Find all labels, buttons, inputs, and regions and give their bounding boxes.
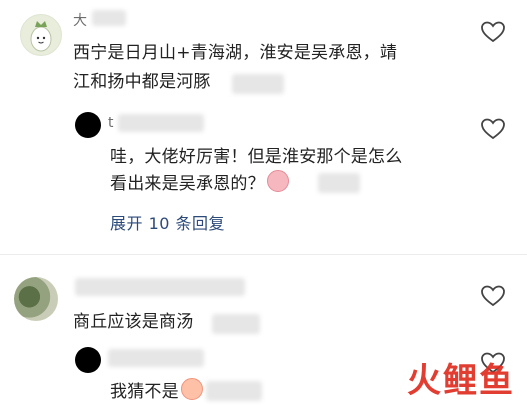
comment-text-line2: 江和扬中都是河豚 [73, 72, 211, 92]
radish-avatar-icon [30, 21, 52, 52]
reply-text-line1: 哇，大佬好厉害！但是淮安那个是怎么 [110, 147, 403, 167]
reply-text-content: 我猜不是 [110, 382, 179, 402]
peach-emoji-icon [180, 378, 203, 400]
like-heart-icon[interactable] [480, 117, 506, 141]
comment-divider [0, 254, 527, 255]
blurred-text [232, 74, 284, 94]
like-heart-icon[interactable] [480, 20, 506, 44]
watermark-logo: 火鲤鱼 [407, 353, 515, 402]
reply-text: 我猜不是 [110, 378, 205, 405]
blurred-username [92, 10, 126, 26]
comment-text-line1: 西宁是日月山+青海湖，淮安是吴承恩，靖 [73, 43, 398, 63]
reply-username[interactable]: t [108, 115, 114, 131]
blurred-reply-username [108, 349, 204, 367]
like-heart-icon[interactable] [480, 284, 506, 308]
user-avatar[interactable] [20, 14, 62, 56]
blurred-reply-username [118, 114, 204, 132]
watermark-text: 火鲤鱼 [407, 361, 515, 401]
reply-text-line2-content: 看出来是吴承恩的？ [110, 174, 265, 194]
blurred-reply-text [318, 173, 360, 193]
blurred-reply-text [206, 381, 262, 401]
blurred-text [212, 314, 260, 334]
reply-text-line2: 看出来是吴承恩的？ [110, 170, 291, 197]
blurred-username [75, 278, 245, 296]
comment-username[interactable]: 大 [73, 10, 87, 30]
reply-avatar[interactable] [75, 112, 101, 138]
crying-face-emoji-icon [266, 170, 289, 192]
expand-replies-link[interactable]: 展开 10 条回复 [110, 210, 225, 234]
comment-text: 商丘应该是商汤 [73, 312, 194, 332]
user-avatar-photo[interactable] [14, 277, 58, 321]
reply-avatar[interactable] [75, 347, 101, 373]
